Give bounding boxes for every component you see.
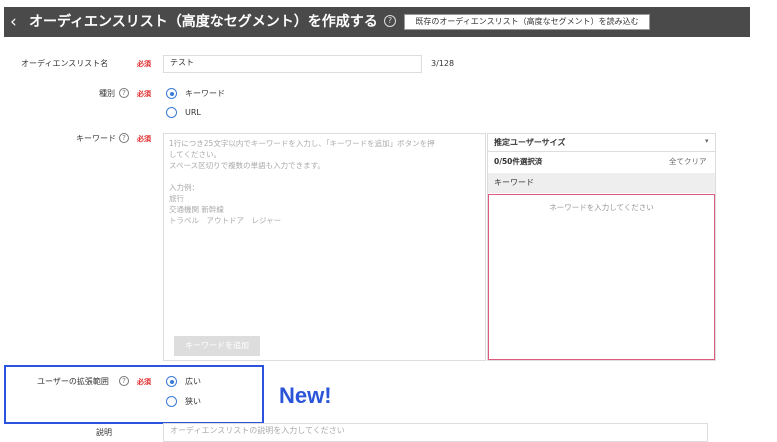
back-icon[interactable]: ‹ (10, 10, 17, 34)
add-keyword-button[interactable]: キーワードを追加 (174, 336, 260, 356)
description-label: 説明 (96, 428, 112, 437)
description-input[interactable]: オーディエンスリストの説明を入力してください (163, 423, 708, 442)
new-badge: New! (279, 383, 332, 408)
page-header: ‹ オーディエンスリスト（高度なセグメント）を作成する ? 既存のオーディエンス… (0, 0, 777, 46)
load-existing-button[interactable]: 既存のオーディエンスリスト（高度なセグメント）を読み込む (404, 14, 650, 30)
clear-all-link[interactable]: 全てクリア (669, 156, 707, 168)
type-label: 種別 (99, 89, 115, 98)
keyword-list-box (488, 194, 715, 360)
type-option-url-label: URL (185, 108, 201, 117)
name-label: オーディエンスリスト名 (21, 59, 109, 68)
type-option-keyword-label: キーワード (185, 89, 225, 98)
list-name-input[interactable]: テスト (163, 55, 422, 73)
keyword-column-header: キーワード (488, 173, 715, 193)
keyword-required-badge: 必須 (137, 135, 151, 143)
keyword-help-icon[interactable]: ? (119, 133, 129, 143)
keyword-label: キーワード (76, 134, 116, 143)
chevron-down-icon[interactable]: ▾ (705, 137, 709, 145)
type-required-badge: 必須 (137, 90, 151, 98)
keyword-placeholder: 1行につき25文字以内でキーワードを入力し、「キーワードを追加」ボタンを押 して… (169, 139, 435, 225)
name-required-badge: 必須 (137, 60, 151, 68)
type-radio-keyword[interactable] (166, 88, 177, 99)
user-size-select[interactable]: 推定ユーザーサイズ (488, 134, 715, 152)
type-help-icon[interactable]: ? (119, 88, 129, 98)
highlight-box (4, 365, 264, 424)
help-icon[interactable]: ? (384, 15, 396, 27)
page-title: オーディエンスリスト（高度なセグメント）を作成する (29, 14, 378, 30)
keyword-list-placeholder: ネーワードを入力してください (549, 203, 654, 212)
name-char-count: 3/128 (431, 59, 455, 68)
type-radio-url[interactable] (166, 107, 177, 118)
selected-count: 0/50件選択済 (494, 157, 543, 166)
